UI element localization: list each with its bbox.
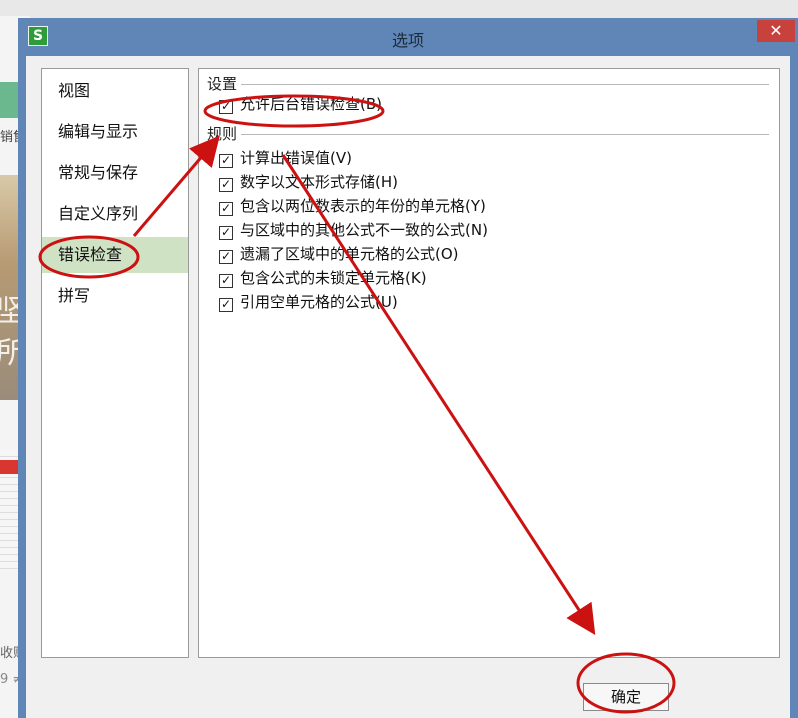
checkbox-rule-two-digit-years[interactable]: ✓ 包含以两位数表示的年份的单元格(Y) xyxy=(219,195,486,217)
title-bar[interactable]: S 选项 ✕ xyxy=(18,18,798,56)
ok-button[interactable]: 确定 xyxy=(583,683,669,711)
checkbox-label: 与区域中的其他公式不一致的公式(N) xyxy=(240,221,488,239)
category-list: 视图 编辑与显示 常规与保存 自定义序列 错误检查 拼写 xyxy=(41,68,189,658)
dialog-body: 视图 编辑与显示 常规与保存 自定义序列 错误检查 拼写 设置 ✓ 允许后台错误检… xyxy=(26,56,790,718)
sidebar-item-custom-lists[interactable]: 自定义序列 xyxy=(42,196,188,232)
checkbox-label: 包含公式的未锁定单元格(K) xyxy=(240,269,427,287)
checkbox-checked-icon: ✓ xyxy=(219,177,233,192)
sidebar-item-view[interactable]: 视图 xyxy=(42,73,188,109)
rules-group-label: 规则 xyxy=(207,125,238,143)
checkbox-rule-empty-cell-reference[interactable]: ✓ 引用空单元格的公式(U) xyxy=(219,291,398,313)
checkbox-rule-inconsistent-formula[interactable]: ✓ 与区域中的其他公式不一致的公式(N) xyxy=(219,219,488,241)
checkbox-label: 遗漏了区域中的单元格的公式(O) xyxy=(240,245,459,263)
top-strip xyxy=(0,0,798,16)
checkbox-checked-icon: ✓ xyxy=(219,201,233,216)
checkbox-checked-icon: ✓ xyxy=(219,297,233,312)
dialog-title: 选项 xyxy=(391,31,424,50)
settings-group-divider xyxy=(241,84,769,85)
checkbox-rule-unlocked-formula-cells[interactable]: ✓ 包含公式的未锁定单元格(K) xyxy=(219,267,427,289)
sidebar-item-general-save[interactable]: 常规与保存 xyxy=(42,155,188,191)
options-dialog: S 选项 ✕ 视图 编辑与显示 常规与保存 自定义序列 错误检查 拼写 设置 ✓… xyxy=(18,18,798,718)
sidebar-item-spelling[interactable]: 拼写 xyxy=(42,278,188,314)
checkbox-label: 计算出错误值(V) xyxy=(240,149,352,167)
checkbox-label: 数字以文本形式存储(H) xyxy=(240,173,398,191)
checkbox-rule-omitted-cells[interactable]: ✓ 遗漏了区域中的单元格的公式(O) xyxy=(219,243,459,265)
checkbox-checked-icon: ✓ xyxy=(219,273,233,288)
sidebar-item-label: 视图 xyxy=(58,81,91,100)
sidebar-item-label: 错误检查 xyxy=(58,245,123,264)
close-button[interactable]: ✕ xyxy=(757,20,795,42)
settings-group-label: 设置 xyxy=(207,75,238,93)
checkbox-rule-number-as-text[interactable]: ✓ 数字以文本形式存储(H) xyxy=(219,171,398,193)
sidebar-item-label: 编辑与显示 xyxy=(58,122,139,141)
checkbox-checked-icon: ✓ xyxy=(219,225,233,240)
checkbox-label: 允许后台错误检查(B) xyxy=(240,95,382,113)
sidebar-item-label: 自定义序列 xyxy=(58,204,139,223)
background-red-tag xyxy=(0,460,18,474)
rules-group-divider xyxy=(241,134,769,135)
checkbox-label: 引用空单元格的公式(U) xyxy=(240,293,398,311)
checkbox-background-error-checking[interactable]: ✓ 允许后台错误检查(B) xyxy=(219,93,382,115)
sidebar-item-label: 常规与保存 xyxy=(58,163,139,182)
checkbox-checked-icon: ✓ xyxy=(219,99,233,114)
sidebar-item-label: 拼写 xyxy=(58,286,91,305)
checkbox-checked-icon: ✓ xyxy=(219,153,233,168)
checkbox-label: 包含以两位数表示的年份的单元格(Y) xyxy=(240,197,486,215)
error-checking-panel: 设置 ✓ 允许后台错误检查(B) 规则 ✓ 计算出错误值(V) ✓ 数字以文本形式存储… xyxy=(198,68,780,658)
close-icon: ✕ xyxy=(769,21,783,40)
checkbox-checked-icon: ✓ xyxy=(219,249,233,264)
sidebar-item-edit-display[interactable]: 编辑与显示 xyxy=(42,114,188,150)
sidebar-item-error-checking[interactable]: 错误检查 xyxy=(42,237,188,273)
checkbox-rule-error-values[interactable]: ✓ 计算出错误值(V) xyxy=(219,147,352,169)
